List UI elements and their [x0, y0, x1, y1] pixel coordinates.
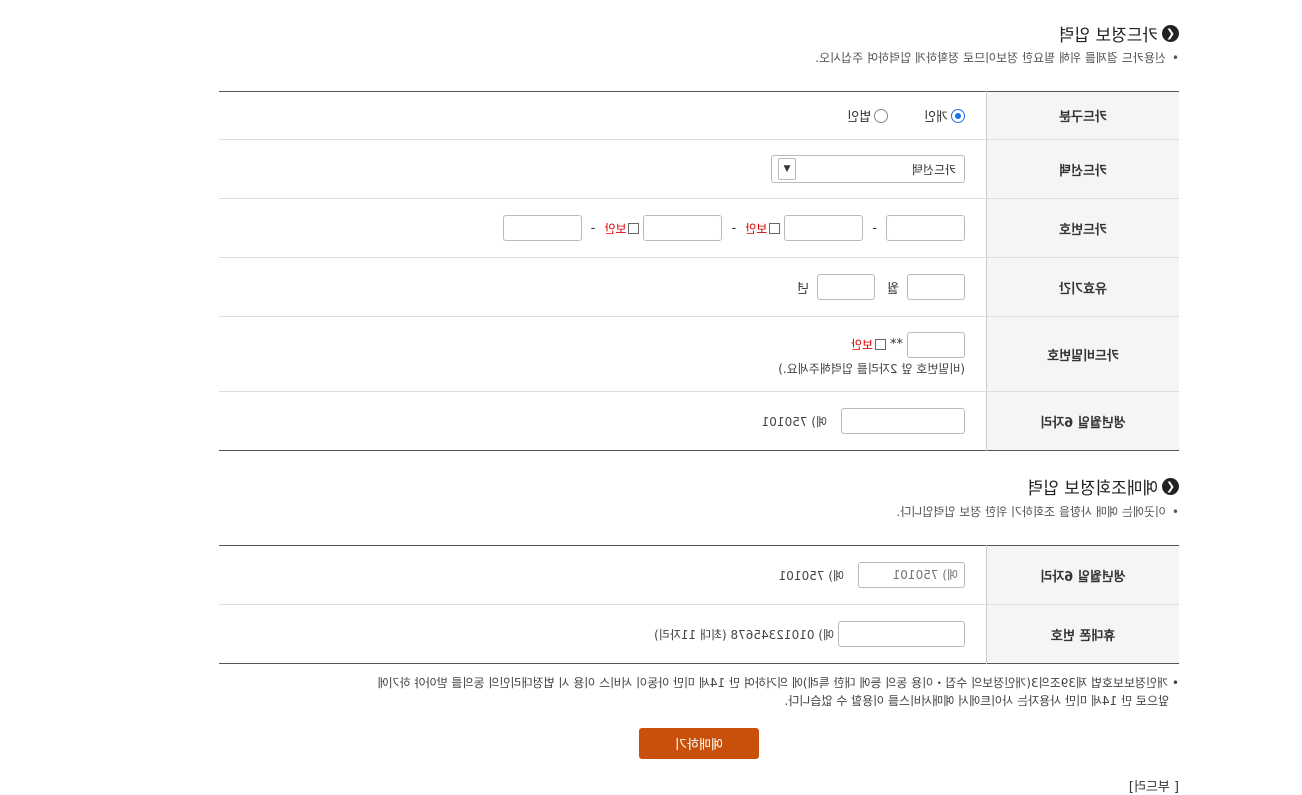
card-number-input-4[interactable]: [502, 215, 582, 241]
birth-hint: 예) 750101: [761, 414, 827, 429]
bullet-icon: •: [1171, 51, 1179, 65]
cut-off-heading: [ 부드러]: [1128, 780, 1179, 795]
card-number-secure-checkbox-2[interactable]: [769, 222, 781, 234]
card-password-input[interactable]: [907, 331, 965, 358]
reservation-section-notice: •이곳에는 예매 사항을 조회하기 위한 정보 입력입니다.: [896, 505, 1179, 519]
card-type-personal-radio[interactable]: [951, 108, 965, 123]
card-password-mask: **: [890, 337, 903, 352]
reservation-section-title: 예매조회정보 입력: [1027, 479, 1158, 499]
expiry-year-unit: 년: [797, 281, 810, 297]
card-info-table: 카드구분 개인 법인 카드선택 카드선택 ▼ 카드번호 - 보안 - 보안 - …: [219, 91, 1179, 451]
card-number-secure-label-2: 보안: [745, 221, 768, 236]
chevron-circle-icon: ❮: [1162, 25, 1179, 42]
card-number-input-3[interactable]: [643, 215, 723, 241]
card-password-hint: (비밀번호 앞 2자리를 입력해주세요.): [778, 361, 965, 376]
dash-separator: -: [731, 220, 737, 236]
chevron-circle-icon: ❮: [1162, 478, 1179, 495]
card-number-secure-label-3: 보안: [604, 221, 627, 236]
card-select-dropdown[interactable]: 카드선택 ▼: [771, 155, 965, 183]
card-number-input-1[interactable]: [886, 215, 965, 241]
card-number-label: 카드번호: [986, 198, 1179, 258]
expiry-year-input[interactable]: [817, 274, 876, 300]
expiry-month-unit: 월: [887, 281, 899, 297]
bullet-icon: •: [1171, 505, 1179, 519]
dash-separator: -: [590, 220, 596, 236]
card-type-personal-label: 개인: [924, 110, 948, 125]
card-section-header: ❮ 카드정보 입력: [1059, 21, 1179, 46]
phone-hint: 예) 01012345678 (최대 11자리): [654, 627, 834, 642]
card-number-secure-checkbox-3[interactable]: [628, 222, 640, 234]
birth-input[interactable]: [841, 408, 965, 434]
card-select-label: 카드선택: [986, 139, 1179, 199]
expiry-month-input[interactable]: [907, 274, 965, 300]
reservation-birth-hint: 예) 750101: [778, 568, 844, 583]
card-password-secure-checkbox[interactable]: [875, 339, 886, 350]
card-section-title: 카드정보 입력: [1058, 26, 1158, 46]
card-password-secure-label: 보안: [850, 338, 873, 352]
card-type-corporate-radio[interactable]: [874, 108, 889, 123]
reservation-info-table: 생년월일 6자리 예) 750101 휴대폰 번호 예) 01012345678…: [219, 545, 1179, 664]
card-type-label: 카드구분: [986, 91, 1179, 140]
card-section-notice: •신용카드 결제를 위해 필요한 정보이므로 정확하게 입력하여 주십시오.: [815, 51, 1179, 65]
reservation-section-header: ❮ 예매조회정보 입력: [1027, 474, 1179, 499]
reservation-birth-input[interactable]: [858, 562, 965, 588]
dash-separator: -: [872, 220, 877, 236]
bullet-icon: •: [1168, 676, 1179, 690]
card-password-label: 카드비밀번호: [986, 316, 1179, 392]
birth-label: 생년월일 6자리: [986, 391, 1179, 451]
card-type-corporate-label: 법인: [847, 110, 872, 125]
reservation-birth-label: 생년월일 6자리: [986, 545, 1179, 605]
card-number-input-2[interactable]: [784, 215, 864, 241]
phone-input[interactable]: [838, 621, 965, 647]
chevron-down-icon: ▼: [778, 158, 796, 180]
card-select-value: 카드선택: [911, 162, 956, 177]
reserve-button[interactable]: 예매하기: [639, 728, 759, 759]
expiry-label: 유효기간: [986, 257, 1179, 317]
age-restriction-notice: • 개인정보보호법 제39조의3(개인정보의 수집・이용 동의 등에 대한 특례…: [377, 676, 1179, 708]
phone-label: 휴대폰 번호: [986, 604, 1179, 664]
